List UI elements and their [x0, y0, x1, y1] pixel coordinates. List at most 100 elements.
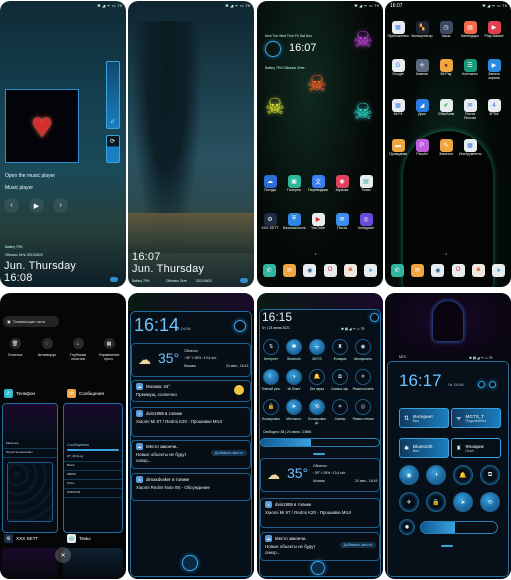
cc-round-tile[interactable]: ◉: [399, 465, 419, 485]
messages-dock-icon[interactable]: ✉: [410, 263, 424, 277]
settings-icon[interactable]: [489, 381, 496, 388]
quick-action-antivirus[interactable]: ◌ Антивирус: [32, 338, 62, 357]
messages-dock-icon[interactable]: ✉: [282, 263, 296, 277]
cc-round-tile[interactable]: ⟲: [480, 492, 500, 512]
app-mail[interactable]: ✉ Почта: [331, 213, 353, 231]
recent-card-xxx-sett[interactable]: [2, 548, 58, 579]
notification-4pda-2[interactable]: 4 dimaxdvaker в топике Xiaomi Redmi Note …: [131, 473, 251, 501]
floating-windows-button[interactable]: ▣ Плавающие окна: [3, 316, 59, 327]
qs-tile[interactable]: ✱: [286, 339, 302, 355]
auto-brightness-button[interactable]: ✹: [399, 519, 415, 535]
quick-action-clean[interactable]: 🗑 Очистка: [0, 338, 30, 357]
open-music-player-link[interactable]: Open the music player: [5, 173, 55, 179]
album-art[interactable]: ♥: [5, 89, 79, 163]
quick-action-deep-clean[interactable]: ⌂ Глубокая очистка: [63, 338, 93, 361]
notification-cloud-storage[interactable]: ☁ Место закончи.. Новые объекты не будут …: [131, 440, 251, 469]
app-youtube[interactable]: ▶ YouTube: [307, 213, 329, 231]
weather-widget[interactable]: ☁ 35° Облачно ↑35° ◊ 28% ↑10,4 м/с Москв…: [131, 343, 251, 377]
cc-round-tile[interactable]: ◑: [426, 465, 446, 485]
qs-tile[interactable]: ⇅: [263, 339, 279, 355]
cc-wide-tile[interactable]: ᯤ MGTS_T Подключено: [451, 408, 501, 428]
recent-card-themes[interactable]: [63, 548, 123, 579]
qs-tile[interactable]: ⌗: [332, 399, 348, 415]
phone-dock-icon[interactable]: ✆: [262, 263, 276, 277]
drag-handle[interactable]: [313, 453, 325, 455]
app-explorer[interactable]: ▬ Проводник: [387, 139, 409, 157]
app-folder[interactable]: ▦ Приложения: [387, 21, 409, 39]
app-mi-pay[interactable]: ● Mi Pay: [435, 59, 457, 77]
qs-tile[interactable]: ◑: [286, 369, 302, 385]
clear-all-button[interactable]: ✕: [55, 547, 71, 563]
rotate-toggle[interactable]: ⟳: [106, 135, 120, 163]
next-track-button[interactable]: ›: [53, 198, 68, 213]
qs-tile[interactable]: ᯤ: [309, 339, 325, 355]
app-clock[interactable]: ◷ Часы: [435, 21, 457, 39]
add-space-button[interactable]: Добавить место: [210, 450, 247, 456]
app-disk[interactable]: ◢ Диск: [411, 99, 433, 117]
app-translator[interactable]: 文 Переводчик: [307, 175, 329, 193]
clock-widget-dial[interactable]: [265, 41, 281, 57]
app-security[interactable]: ⛨ Безопасность: [283, 213, 306, 231]
play-button[interactable]: ▶: [29, 198, 44, 213]
settings-ring-icon[interactable]: [234, 320, 246, 332]
notification-cloud-storage[interactable]: ☁ Место закончи.. Новые объекты не будут …: [260, 532, 380, 561]
brightness-slider[interactable]: [420, 521, 498, 534]
telegram-dock-icon[interactable]: ➤: [492, 263, 506, 277]
weather-widget[interactable]: ☁ 35° Облачно ↑35° ◊ 28% ↑10,4 м/с Москв…: [260, 458, 380, 492]
cc-wide-tile[interactable]: ✱ Bluetooth Вкл: [399, 438, 449, 458]
quick-action-manage-apps[interactable]: ▦ Управление прил.: [94, 338, 124, 361]
settings-ring-icon[interactable]: [370, 313, 379, 322]
recent-card-messages[interactable]: Сообщения RT_MiniLog Beluli MEMS Prime W…: [63, 403, 123, 533]
app-gallery[interactable]: ▣ Галерея: [283, 175, 305, 193]
qs-tile[interactable]: ♜: [332, 339, 348, 355]
volume-slider[interactable]: ♫: [106, 61, 120, 129]
app-music[interactable]: ◉ Музыка: [331, 175, 353, 193]
clear-notifications-button[interactable]: [311, 561, 325, 575]
camera-dock-icon[interactable]: ◙: [471, 263, 485, 277]
app-picsart[interactable]: P PicsArt: [411, 139, 433, 157]
app-instagram[interactable]: ◎ Instagram: [355, 213, 377, 231]
app-tools[interactable]: ▦ Инструменты: [459, 139, 481, 157]
app-russian-post[interactable]: ✉ Почта России: [459, 99, 481, 121]
app-4pda[interactable]: 4 4PDA: [483, 99, 505, 117]
app-weather[interactable]: ☁ Погода: [259, 175, 281, 193]
phone-dock-icon[interactable]: ✆: [390, 263, 404, 277]
qs-tile[interactable]: ✈: [355, 369, 371, 385]
app-screen-recorder[interactable]: ▶ Запись экрана: [483, 59, 505, 81]
previous-track-button[interactable]: ‹: [4, 198, 19, 213]
cc-round-tile[interactable]: 🔔: [453, 465, 473, 485]
notification-4pda[interactable]: 4 dvin1959 в топике Xiaomi Mi 9T / Redmi …: [131, 407, 251, 437]
cc-round-tile[interactable]: 🔒: [426, 492, 446, 512]
qs-tile[interactable]: ⟲: [309, 399, 325, 415]
drag-handle[interactable]: [441, 545, 453, 547]
app-play-market[interactable]: ▶ Play Market: [483, 21, 505, 39]
app-mi-fit[interactable]: ▦ Mi Fit: [387, 99, 409, 117]
page-indicator[interactable]: • ·: [315, 251, 319, 256]
qs-tile[interactable]: ☾: [263, 369, 279, 385]
browser-dock-icon[interactable]: ◉: [303, 263, 317, 277]
app-sberbank[interactable]: ✔ СберБанк: [435, 99, 457, 117]
app-themes[interactable]: ▤ Темы: [355, 175, 377, 193]
qs-tile[interactable]: 🔔: [309, 369, 325, 385]
clear-notifications-button[interactable]: [182, 555, 198, 571]
app-xxx-sett[interactable]: ⚙ XXX SETT: [259, 213, 281, 231]
app-google[interactable]: G Google: [387, 59, 409, 77]
app-notes[interactable]: ✎ Заметки: [435, 139, 457, 157]
cc-wide-tile[interactable]: ⇅ Интернет Вкл: [399, 408, 449, 428]
camera-dock-icon[interactable]: ◙: [343, 263, 357, 277]
cc-round-tile[interactable]: ✈: [399, 492, 419, 512]
app-calculator[interactable]: ▚ Калькулятор: [411, 21, 433, 39]
cc-round-tile[interactable]: ➤: [453, 492, 473, 512]
notification-weather[interactable]: ☁ Москва: 34° Преимущ. солнечно: [131, 380, 251, 402]
browser-dock-icon[interactable]: ◉: [431, 263, 445, 277]
qs-tile[interactable]: ➤: [286, 399, 302, 415]
qs-tile[interactable]: 🔒: [263, 399, 279, 415]
add-space-button[interactable]: Добавить место: [339, 542, 376, 548]
recent-card-phone[interactable]: Мамочка Юрик Полярскович: [2, 403, 58, 533]
opera-dock-icon[interactable]: O: [451, 263, 465, 277]
qs-tile[interactable]: ◎: [355, 399, 371, 415]
edit-icon[interactable]: [478, 381, 485, 388]
opera-dock-icon[interactable]: O: [323, 263, 337, 277]
qs-tile[interactable]: ◉: [355, 339, 371, 355]
cc-wide-tile[interactable]: ♜ Фонарик Откл: [451, 438, 501, 458]
